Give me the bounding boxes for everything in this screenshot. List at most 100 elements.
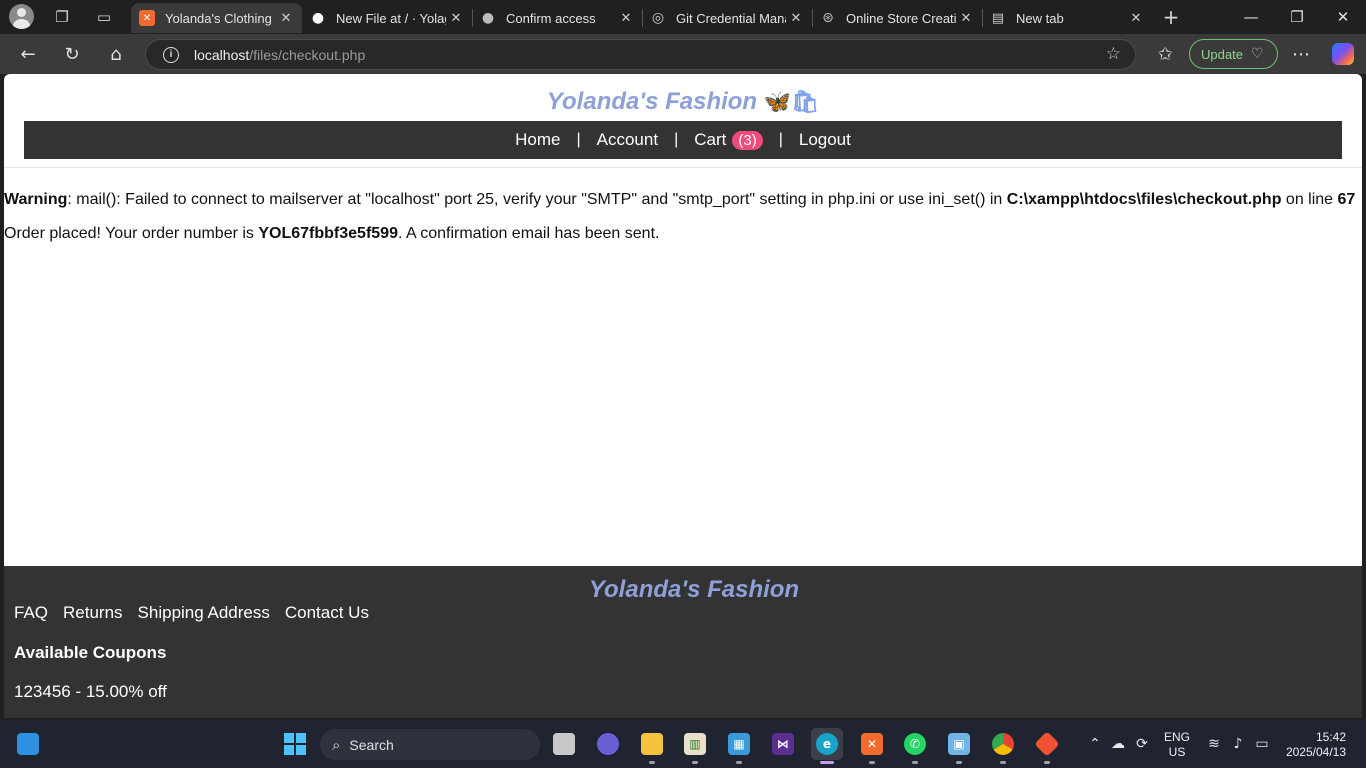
git-tool-icon[interactable] [1031,728,1063,764]
lang-line2: US [1168,745,1186,759]
site-title-text: Yolanda's Fashion [546,88,758,115]
battery-icon[interactable]: ▭ [1251,720,1273,768]
onedrive-icon[interactable]: ☁ [1107,720,1129,768]
back-arrow-icon[interactable]: ← [13,40,43,68]
show-hidden-icons-chevron-icon[interactable]: ⌃ [1084,720,1106,768]
warning-text: : mail(): Failed to connect to mailserve… [67,191,1007,208]
widgets-icon[interactable] [12,728,44,760]
profile-avatar-icon[interactable] [9,4,34,29]
add-favorite-star-icon[interactable]: ☆ [1106,44,1121,64]
warning-line-number: 67 [1337,191,1356,208]
nav-cart-link[interactable]: Cart (3) [678,130,778,150]
home-icon[interactable]: ⌂ [101,40,131,68]
nav-account-link[interactable]: Account [581,130,674,150]
openai-icon: ⊛ [822,10,834,26]
update-label: Update [1201,46,1243,62]
cart-count-badge: (3) [732,130,763,150]
microsoft-store-icon[interactable]: ▦ [723,728,755,764]
url-text: localhost/files/checkout.php [194,47,365,63]
warning-file: C:\xampp\htdocs\files\checkout.php [1006,191,1282,208]
tab-git-credential-manager[interactable]: ◎ Git Credential Manag ✕ [642,3,812,33]
xampp-icon[interactable]: ✕ [856,728,888,764]
tab-actions-icon[interactable]: ▭ [91,5,117,29]
wifi-icon[interactable]: ≋ [1203,720,1225,768]
clock-date: 2025/04/13 [1285,745,1346,759]
nav-home-link[interactable]: Home [499,130,576,150]
footer-title: Yolanda's Fashion [588,576,800,603]
site-nav: Home | Account | Cart (3) | Logout [24,121,1342,159]
new-tab-page-icon: ▤ [991,10,1005,26]
visual-studio-icon[interactable]: ⋈ [767,728,799,760]
warning-on-line: on line [1281,191,1338,208]
tab-new-tab[interactable]: ▤ New tab ✕ [982,3,1152,33]
new-tab-plus-icon[interactable]: + [1158,5,1184,29]
control-panel-icon[interactable]: ▣ [943,728,975,764]
warning-label: Warning [4,191,68,208]
php-warning-message: Warning: mail(): Failed to connect to ma… [4,191,1362,209]
footer-faq-link[interactable]: FAQ [14,603,48,623]
site-info-icon[interactable]: i [163,46,179,63]
file-explorer-icon[interactable] [636,728,668,764]
volume-icon[interactable]: ♪ [1227,720,1249,768]
whatsapp-icon[interactable]: ✆ [899,728,931,764]
favorites-icon[interactable]: ✩ [1150,40,1180,68]
update-button[interactable]: Update ♡ [1189,39,1278,69]
more-dots-icon[interactable]: ⋯ [1286,40,1316,68]
close-icon[interactable]: ✕ [956,11,976,26]
task-view-icon[interactable] [548,728,580,760]
tab-title: New File at / · Yolaga [336,10,446,26]
page-viewport: Yolanda's Fashion 🦋🛍 Home | Account | Ca… [4,74,1362,718]
edge-browser-icon[interactable]: e [811,728,843,764]
xampp-favicon-icon: ✕ [139,10,155,26]
close-icon[interactable]: ✕ [1126,11,1146,26]
browser-essentials-heart-icon: ♡ [1250,46,1264,62]
url-host: localhost [194,46,250,63]
sheets-app-icon[interactable]: ▥ [679,728,711,764]
footer-shipping-address-link[interactable]: Shipping Address [138,603,270,623]
site-header: Yolanda's Fashion 🦋🛍 [4,74,1362,116]
browser-tab-strip: ❐ ▭ ✕ Yolanda's Clothing ✕ ● New File at… [0,0,1366,34]
reload-icon[interactable]: ↻ [57,40,87,68]
sync-icon[interactable]: ⟳ [1131,720,1153,768]
site-title: Yolanda's Fashion 🦋🛍 [547,88,819,115]
tab-new-file[interactable]: ● New File at / · Yolaga ✕ [302,3,472,33]
address-bar[interactable]: i localhost/files/checkout.php ☆ [145,39,1136,70]
tab-title: Git Credential Manag [676,10,786,26]
teams-meet-icon[interactable] [592,728,624,760]
tab-confirm-access[interactable]: ● Confirm access ✕ [472,3,642,33]
footer-contact-us-link[interactable]: Contact Us [285,603,369,623]
confirmation-prefix: Order placed! Your order number is [4,225,259,242]
close-icon[interactable]: ✕ [446,11,466,26]
taskbar-clock[interactable]: 15:42 2025/04/13 [1280,730,1360,760]
close-icon[interactable]: ✕ [786,11,806,26]
windows-taskbar: ⌕ Search ▥ ▦ ⋈ e ✕ ✆ ▣ ⌃ ☁ ⟳ ENG US ≋ ♪ ▭… [0,720,1366,768]
close-window-icon[interactable]: ✕ [1320,0,1366,34]
available-coupons-heading: Available Coupons [14,643,167,662]
tab-title: Yolanda's Clothing [165,10,272,26]
tab-title: Online Store Creatio [846,10,956,26]
tab-yolandas-clothing[interactable]: ✕ Yolanda's Clothing ✕ [131,3,302,33]
workspaces-icon[interactable]: ❐ [49,5,75,29]
tab-online-store-creation[interactable]: ⊛ Online Store Creatio ✕ [812,3,982,33]
nav-logout-link[interactable]: Logout [783,130,867,150]
close-icon[interactable]: ✕ [276,11,296,26]
chrome-icon[interactable] [987,728,1019,764]
github-icon: ● [481,10,495,26]
windows-start-icon[interactable] [279,728,311,760]
lang-line1: ENG [1163,730,1190,744]
butterfly-shopping-bag-icon: 🦋🛍 [763,90,820,115]
close-icon[interactable]: ✕ [616,11,636,26]
order-number: YOL67fbbf3e5f599 [258,225,398,242]
footer-returns-link[interactable]: Returns [63,603,123,623]
taskbar-search-box[interactable]: ⌕ Search [320,729,540,760]
confirmation-suffix: . A confirmation email has been sent. [397,225,660,242]
restore-window-icon[interactable]: ❐ [1274,0,1320,34]
minimize-window-icon[interactable]: — [1228,0,1274,34]
search-icon: ⌕ [332,735,341,754]
url-path: /files/checkout.php [249,46,366,63]
coupon-item: 123456 - 15.00% off [14,682,167,701]
tab-title: Confirm access [506,10,596,26]
language-indicator[interactable]: ENG US [1160,730,1194,760]
footer-links: FAQ Returns Shipping Address Contact Us [14,603,369,623]
copilot-icon[interactable] [1332,43,1354,65]
